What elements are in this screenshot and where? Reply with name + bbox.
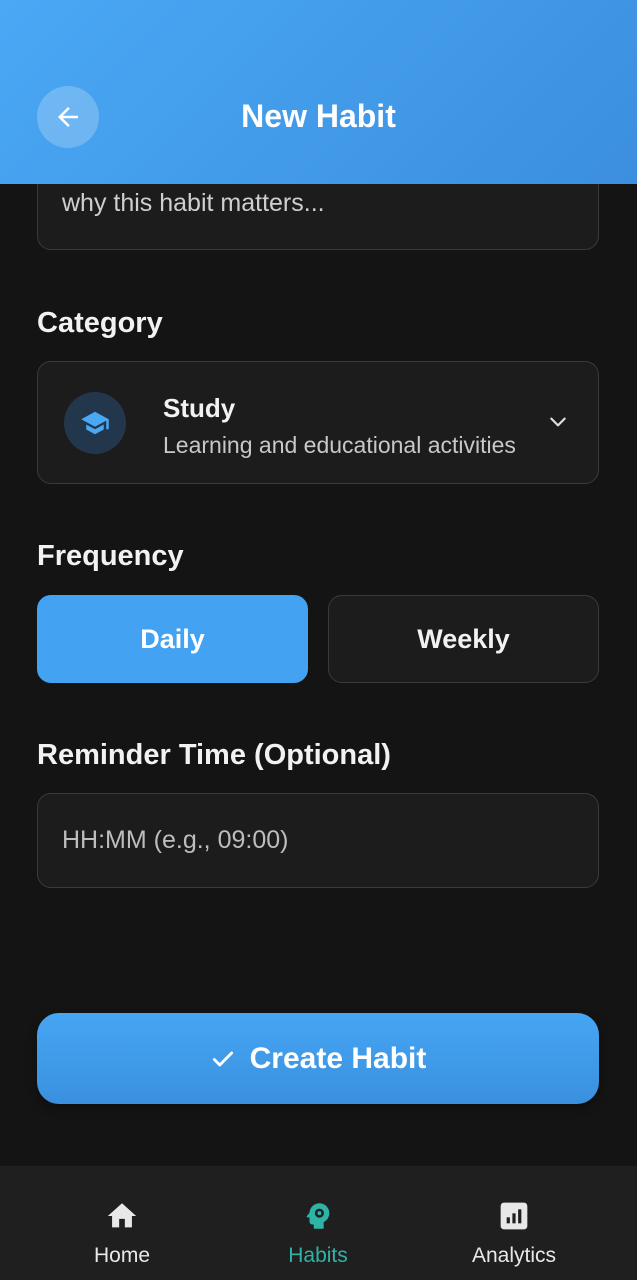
check-icon (212, 1051, 233, 1066)
bar-chart-icon (500, 1202, 528, 1230)
create-habit-label: Create Habit (249, 1041, 427, 1075)
chevron-down-icon (550, 417, 566, 427)
category-icon-badge (64, 392, 126, 454)
reminder-time-input[interactable] (37, 793, 599, 888)
page-title: New Habit (241, 98, 396, 134)
graduation-cap-icon (81, 411, 109, 435)
reminder-label: Reminder Time (Optional) (37, 739, 391, 771)
frequency-daily-button[interactable]: Daily (37, 595, 308, 683)
nav-item-home[interactable]: Home (42, 1166, 202, 1280)
nav-item-analytics[interactable]: Analytics (434, 1166, 594, 1280)
frequency-weekly-button[interactable]: Weekly (328, 595, 599, 683)
new-habit-screen: why this habit matters... New Habit Cate… (0, 0, 637, 1280)
frequency-label: Frequency (37, 540, 184, 572)
description-text: why this habit matters... (62, 189, 325, 217)
nav-item-habits[interactable]: Habits (238, 1166, 398, 1280)
category-label: Category (37, 307, 163, 339)
category-selector[interactable]: Study Learning and educational activitie… (37, 361, 599, 484)
nav-label-analytics: Analytics (471, 1244, 557, 1267)
category-name: Study (163, 393, 236, 423)
home-icon (107, 1203, 137, 1228)
head-gear-icon (306, 1203, 330, 1229)
nav-label-home: Home (93, 1244, 151, 1267)
app-header: New Habit (0, 0, 637, 184)
create-habit-button[interactable]: Create Habit (37, 1013, 599, 1104)
nav-label-habits: Habits (288, 1244, 348, 1267)
bottom-navigation: Home Habits Analytics (0, 1166, 637, 1280)
category-description: Learning and educational activities (163, 432, 516, 458)
